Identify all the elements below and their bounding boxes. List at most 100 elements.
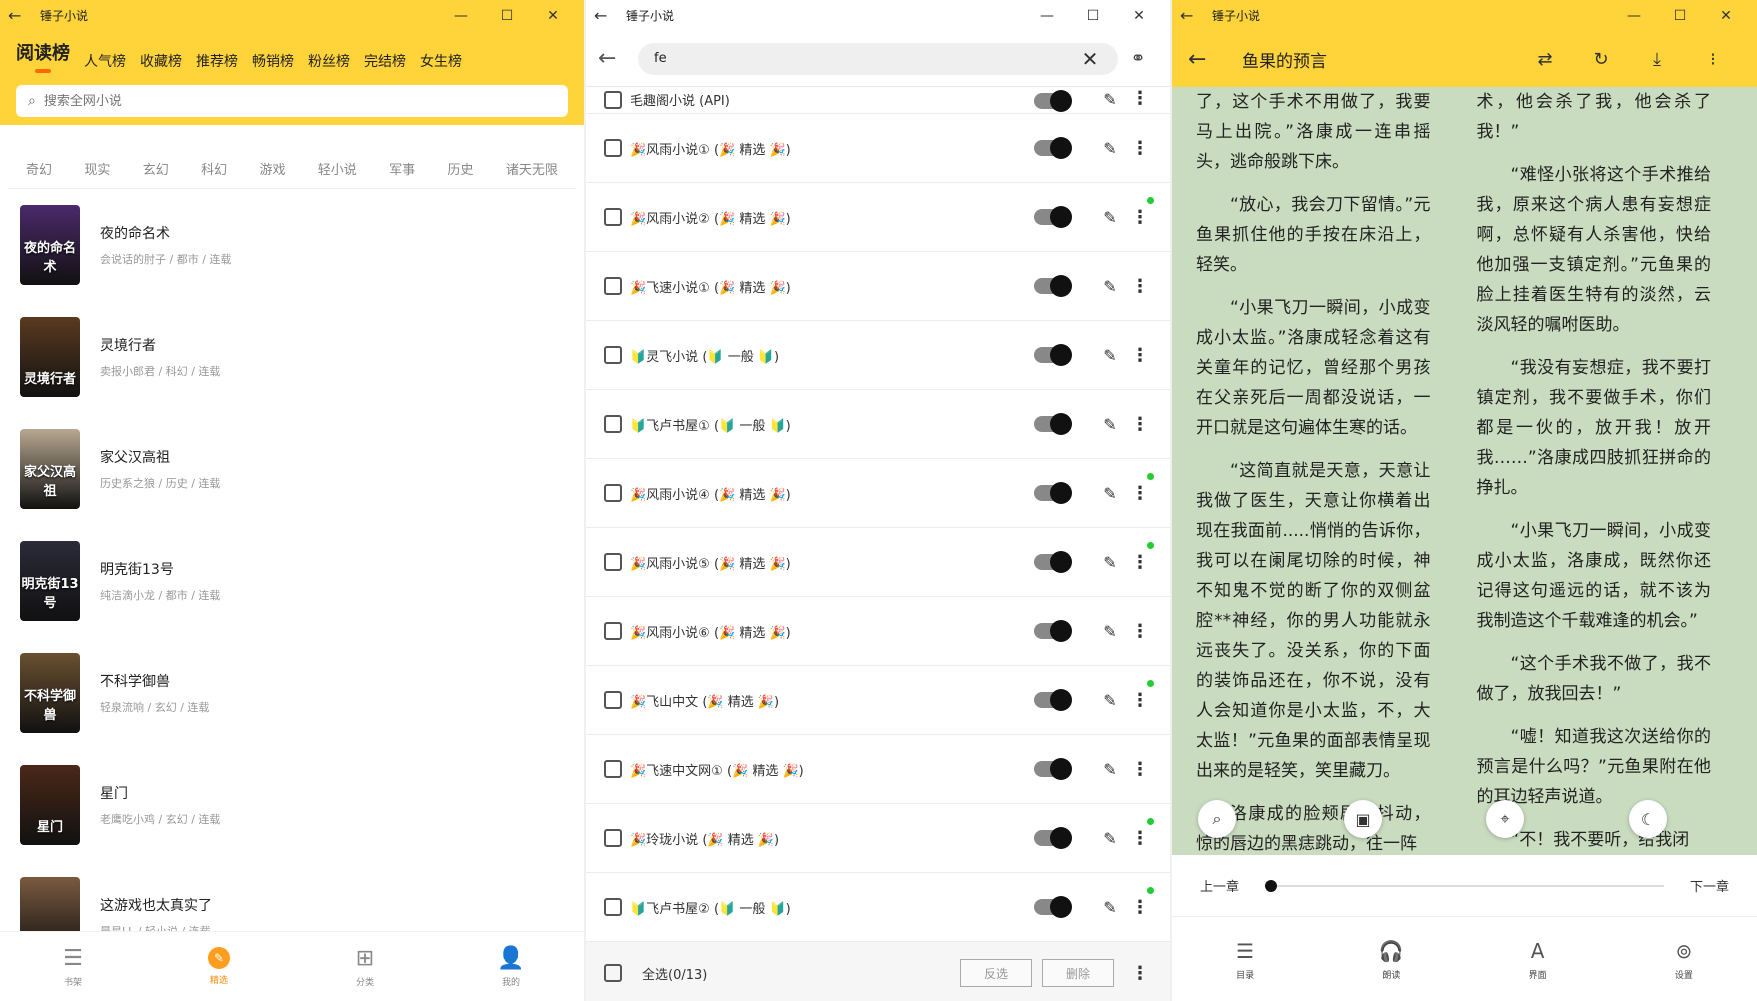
more-icon[interactable]: ⋮ bbox=[1128, 414, 1152, 435]
enable-toggle[interactable] bbox=[1034, 896, 1072, 918]
back-arrow-icon[interactable]: ← bbox=[8, 6, 36, 25]
enable-toggle[interactable] bbox=[1034, 758, 1072, 780]
source-search-input[interactable] bbox=[654, 51, 1078, 66]
edit-icon[interactable]: ✎ bbox=[1092, 346, 1128, 365]
source-checkbox[interactable] bbox=[604, 91, 622, 109]
source-row[interactable]: 🎉飞山中文 (🎉 精选 🎉) ✎ ⋮ bbox=[586, 666, 1170, 735]
close-icon[interactable]: ✕ bbox=[1703, 8, 1749, 24]
enable-toggle[interactable] bbox=[1034, 551, 1072, 573]
rank-tab[interactable]: 完结榜 bbox=[364, 51, 406, 71]
nav-interface[interactable]: A 界面 bbox=[1465, 917, 1611, 1001]
edit-icon[interactable]: ✎ bbox=[1092, 208, 1128, 227]
edit-icon[interactable]: ✎ bbox=[1092, 622, 1128, 641]
more-icon[interactable]: ⋮ bbox=[1128, 138, 1152, 159]
back-arrow-icon[interactable]: ← bbox=[594, 6, 622, 25]
auto-page-icon[interactable]: ▣ bbox=[1344, 800, 1382, 838]
invert-button[interactable]: 反选 bbox=[960, 959, 1032, 987]
edit-icon[interactable]: ✎ bbox=[1092, 829, 1128, 848]
category-tab[interactable]: 科幻 bbox=[201, 159, 227, 178]
rank-tab[interactable]: 推荐榜 bbox=[196, 51, 238, 71]
rank-tab[interactable]: 畅销榜 bbox=[252, 51, 294, 71]
edit-icon[interactable]: ✎ bbox=[1092, 139, 1128, 158]
nav-bookshelf[interactable]: ☰ 书架 bbox=[0, 932, 146, 1001]
edit-icon[interactable]: ✎ bbox=[1092, 277, 1128, 296]
source-row[interactable]: 🔰飞卢书屋① (🔰 一般 🔰) ✎ ⋮ bbox=[586, 390, 1170, 459]
minimize-icon[interactable]: — bbox=[1611, 8, 1657, 24]
enable-toggle[interactable] bbox=[1034, 344, 1072, 366]
enable-toggle[interactable] bbox=[1034, 413, 1072, 435]
source-row[interactable]: 🎉风雨小说⑥ (🎉 精选 🎉) ✎ ⋮ bbox=[586, 597, 1170, 666]
nav-toc[interactable]: ☰ 目录 bbox=[1172, 917, 1318, 1001]
book-item[interactable]: 明克街13号 明克街13号 纯洁滴小龙 / 都市 / 连载 bbox=[20, 525, 564, 637]
enable-toggle[interactable] bbox=[1034, 90, 1072, 112]
nav-mine[interactable]: 👤 我的 bbox=[438, 932, 584, 1001]
edit-icon[interactable]: ✎ bbox=[1092, 760, 1128, 779]
book-item[interactable]: 夜的命名术 夜的命名术 会说话的肘子 / 都市 / 连载 bbox=[20, 189, 564, 301]
more-icon[interactable]: ⋮ bbox=[1128, 828, 1152, 849]
minimize-icon[interactable]: — bbox=[1024, 8, 1070, 24]
enable-toggle[interactable] bbox=[1034, 137, 1072, 159]
prev-chapter-button[interactable]: 上一章 bbox=[1200, 876, 1239, 895]
select-all-checkbox[interactable] bbox=[604, 964, 622, 982]
rank-tab[interactable]: 女生榜 bbox=[420, 51, 462, 71]
edit-icon[interactable]: ✎ bbox=[1092, 90, 1128, 109]
rank-tab[interactable]: 人气榜 bbox=[84, 51, 126, 71]
source-checkbox[interactable] bbox=[604, 277, 622, 295]
chapter-progress-slider[interactable] bbox=[1265, 879, 1664, 892]
more-icon[interactable]: ⋮ bbox=[1128, 276, 1152, 297]
nav-featured[interactable]: ✎ 精选 bbox=[146, 932, 292, 1001]
enable-toggle[interactable] bbox=[1034, 620, 1072, 642]
more-icon[interactable]: ⋮ bbox=[1128, 552, 1152, 573]
source-checkbox[interactable] bbox=[604, 208, 622, 226]
clear-icon[interactable]: ✕ bbox=[1078, 47, 1102, 71]
category-tab[interactable]: 军事 bbox=[389, 159, 415, 178]
more-icon[interactable]: ⋮ bbox=[1128, 963, 1152, 984]
book-item[interactable]: 灵境行者 灵境行者 卖报小郎君 / 科幻 / 连载 bbox=[20, 301, 564, 413]
category-tab[interactable]: 奇幻 bbox=[26, 159, 52, 178]
source-checkbox[interactable] bbox=[604, 898, 622, 916]
source-checkbox[interactable] bbox=[604, 691, 622, 709]
more-icon[interactable]: ⋮ bbox=[1128, 621, 1152, 642]
category-tab[interactable]: 轻小说 bbox=[318, 159, 357, 178]
source-search-field[interactable]: ✕ bbox=[638, 42, 1118, 75]
back-arrow-icon[interactable]: ← bbox=[1188, 47, 1242, 72]
replace-icon[interactable]: ⌖ bbox=[1486, 800, 1524, 838]
more-icon[interactable]: ⋮ bbox=[1128, 690, 1152, 711]
source-checkbox[interactable] bbox=[604, 760, 622, 778]
source-row[interactable]: 🎉风雨小说② (🎉 精选 🎉) ✎ ⋮ bbox=[586, 183, 1170, 252]
back-arrow-icon[interactable]: ← bbox=[1180, 6, 1208, 25]
more-icon[interactable]: ⋮ bbox=[1128, 897, 1152, 918]
next-chapter-button[interactable]: 下一章 bbox=[1690, 876, 1729, 895]
source-row[interactable]: 🎉飞速中文网① (🎉 精选 🎉) ✎ ⋮ bbox=[586, 735, 1170, 804]
source-row[interactable]: 毛趣阁小说 (API) ✎ ⋮ bbox=[586, 87, 1170, 114]
book-item[interactable]: 家父汉高祖 家父汉高祖 历史系之狼 / 历史 / 连载 bbox=[20, 413, 564, 525]
more-icon[interactable]: ⋮ bbox=[1128, 483, 1152, 504]
rank-tab[interactable]: 收藏榜 bbox=[140, 51, 182, 71]
enable-toggle[interactable] bbox=[1034, 206, 1072, 228]
close-icon[interactable]: ✕ bbox=[1116, 8, 1162, 24]
novel-search-input[interactable] bbox=[43, 93, 556, 109]
enable-toggle[interactable] bbox=[1034, 482, 1072, 504]
delete-button[interactable]: 删除 bbox=[1042, 959, 1114, 987]
switch-source-icon[interactable]: ⇄ bbox=[1517, 49, 1573, 70]
edit-icon[interactable]: ✎ bbox=[1092, 484, 1128, 503]
nav-read-aloud[interactable]: 🎧 朗读 bbox=[1318, 917, 1464, 1001]
more-icon[interactable]: ⋮ bbox=[1128, 345, 1152, 366]
maximize-icon[interactable]: ☐ bbox=[484, 8, 530, 24]
source-row[interactable]: 🎉风雨小说① (🎉 精选 🎉) ✎ ⋮ bbox=[586, 114, 1170, 183]
reading-area[interactable]: 了，这个手术不用做了，我要马上出院。”洛康成一连串摇头，逃命般跳下床。 “放心，我… bbox=[1172, 87, 1757, 855]
nav-category[interactable]: ⊞ 分类 bbox=[292, 932, 438, 1001]
source-checkbox[interactable] bbox=[604, 622, 622, 640]
source-row[interactable]: 🎉风雨小说④ (🎉 精选 🎉) ✎ ⋮ bbox=[586, 459, 1170, 528]
book-item[interactable]: 不科学御兽 不科学御兽 轻泉流响 / 玄幻 / 连载 bbox=[20, 637, 564, 749]
group-icon[interactable]: ⚭ bbox=[1118, 48, 1158, 69]
more-icon[interactable]: ⋮ bbox=[1128, 759, 1152, 780]
download-icon[interactable]: ⤓ bbox=[1629, 49, 1685, 70]
edit-icon[interactable]: ✎ bbox=[1092, 415, 1128, 434]
category-tab[interactable]: 诸天无限 bbox=[506, 159, 558, 178]
maximize-icon[interactable]: ☐ bbox=[1657, 8, 1703, 24]
category-tab[interactable]: 历史 bbox=[448, 159, 474, 178]
search-icon[interactable]: ⌕ bbox=[1198, 800, 1236, 838]
source-checkbox[interactable] bbox=[604, 553, 622, 571]
more-icon[interactable]: ⋮ bbox=[1128, 207, 1152, 228]
